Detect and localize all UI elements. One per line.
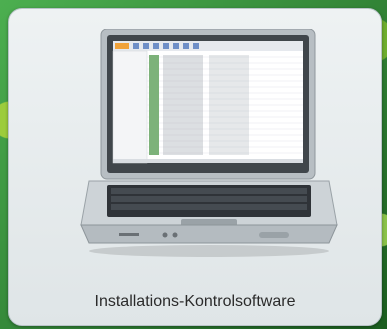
product-caption: Installations-Kontrolsoftware bbox=[94, 293, 296, 310]
laptop-icon bbox=[80, 29, 338, 257]
product-card[interactable]: Installations-Kontrolsoftware bbox=[8, 8, 382, 326]
